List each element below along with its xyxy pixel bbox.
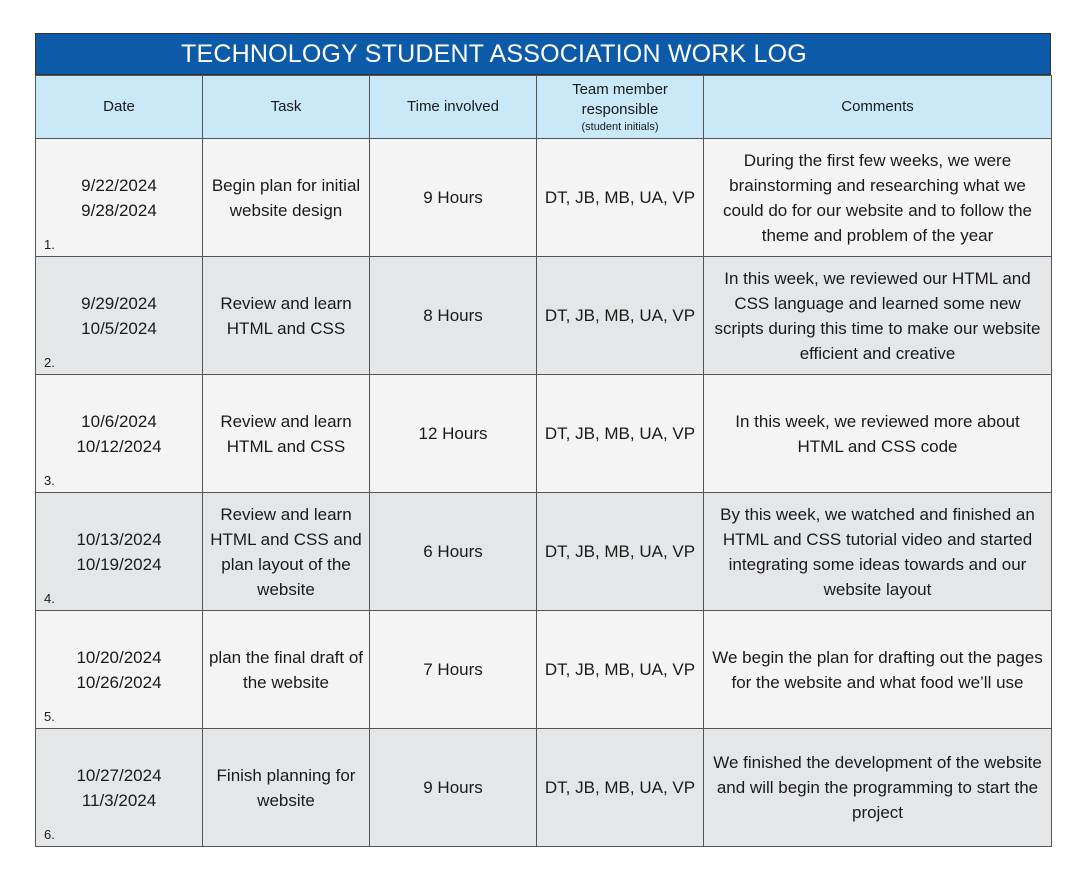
row-number: 3. (44, 473, 55, 488)
header-row: Date Task Time involved Team member resp… (35, 75, 1052, 139)
start-date: 10/27/2024 (76, 765, 162, 785)
table-row: 9/29/2024 10/5/2024 2. Review and learn … (35, 256, 1052, 375)
time-cell: 6 Hours (369, 492, 537, 611)
date-cell: 10/20/2024 10/26/2024 5. (35, 610, 203, 729)
comment-cell: By this week, we watched and finished an… (703, 492, 1052, 611)
row-number: 4. (44, 591, 55, 606)
table-row: 9/22/2024 9/28/2024 1. Begin plan for in… (35, 138, 1052, 257)
comment-cell: In this week, we reviewed more about HTM… (703, 374, 1052, 493)
row-number: 6. (44, 827, 55, 842)
end-date: 11/3/2024 (81, 790, 157, 810)
row-number: 2. (44, 355, 55, 370)
work-log: TECHNOLOGY STUDENT ASSOCIATION WORK LOG … (35, 33, 1052, 847)
team-cell: DT, JB, MB, UA, VP (536, 256, 704, 375)
team-cell: DT, JB, MB, UA, VP (536, 374, 704, 493)
date-cell: 9/22/2024 9/28/2024 1. (35, 138, 203, 257)
time-cell: 9 Hours (369, 728, 537, 847)
header-task: Task (202, 75, 370, 139)
start-date: 10/6/2024 (81, 411, 157, 431)
task-cell: plan the final draft of the website (202, 610, 370, 729)
table-row: 10/13/2024 10/19/2024 4. Review and lear… (35, 492, 1052, 611)
comment-cell: We finished the development of the websi… (703, 728, 1052, 847)
comment-cell: In this week, we reviewed our HTML and C… (703, 256, 1052, 375)
start-date: 9/29/2024 (81, 293, 157, 313)
work-log-table: Date Task Time involved Team member resp… (35, 75, 1052, 847)
task-cell: Begin plan for initial website design (202, 138, 370, 257)
end-date: 9/28/2024 (81, 200, 157, 220)
team-cell: DT, JB, MB, UA, VP (536, 138, 704, 257)
row-number: 1. (44, 237, 55, 252)
row-number: 5. (44, 709, 55, 724)
start-date: 10/13/2024 (76, 529, 162, 549)
task-cell: Review and learn HTML and CSS (202, 256, 370, 375)
header-time: Time involved (369, 75, 537, 139)
task-cell: Review and learn HTML and CSS and plan l… (202, 492, 370, 611)
date-cell: 10/27/2024 11/3/2024 6. (35, 728, 203, 847)
date-cell: 10/6/2024 10/12/2024 3. (35, 374, 203, 493)
header-date: Date (35, 75, 203, 139)
date-cell: 10/13/2024 10/19/2024 4. (35, 492, 203, 611)
end-date: 10/19/2024 (76, 554, 162, 574)
start-date: 9/22/2024 (81, 175, 157, 195)
end-date: 10/26/2024 (76, 672, 162, 692)
end-date: 10/12/2024 (76, 436, 162, 456)
team-cell: DT, JB, MB, UA, VP (536, 492, 704, 611)
comment-cell: During the first few weeks, we were brai… (703, 138, 1052, 257)
table-row: 10/6/2024 10/12/2024 3. Review and learn… (35, 374, 1052, 493)
time-cell: 9 Hours (369, 138, 537, 257)
comment-cell: We begin the plan for drafting out the p… (703, 610, 1052, 729)
time-cell: 7 Hours (369, 610, 537, 729)
header-team: Team member responsible (student initial… (536, 75, 704, 139)
table-row: 10/20/2024 10/26/2024 5. plan the final … (35, 610, 1052, 729)
date-cell: 9/29/2024 10/5/2024 2. (35, 256, 203, 375)
team-cell: DT, JB, MB, UA, VP (536, 728, 704, 847)
task-cell: Review and learn HTML and CSS (202, 374, 370, 493)
time-cell: 12 Hours (369, 374, 537, 493)
start-date: 10/20/2024 (76, 647, 162, 667)
header-team-label: Team member responsible (572, 81, 668, 118)
time-cell: 8 Hours (369, 256, 537, 375)
page-title: TECHNOLOGY STUDENT ASSOCIATION WORK LOG (35, 33, 1051, 75)
end-date: 10/5/2024 (81, 318, 157, 338)
team-cell: DT, JB, MB, UA, VP (536, 610, 704, 729)
header-comments: Comments (703, 75, 1052, 139)
table-row: 10/27/2024 11/3/2024 6. Finish planning … (35, 728, 1052, 847)
header-team-sublabel: (student initials) (581, 121, 659, 133)
task-cell: Finish planning for website (202, 728, 370, 847)
